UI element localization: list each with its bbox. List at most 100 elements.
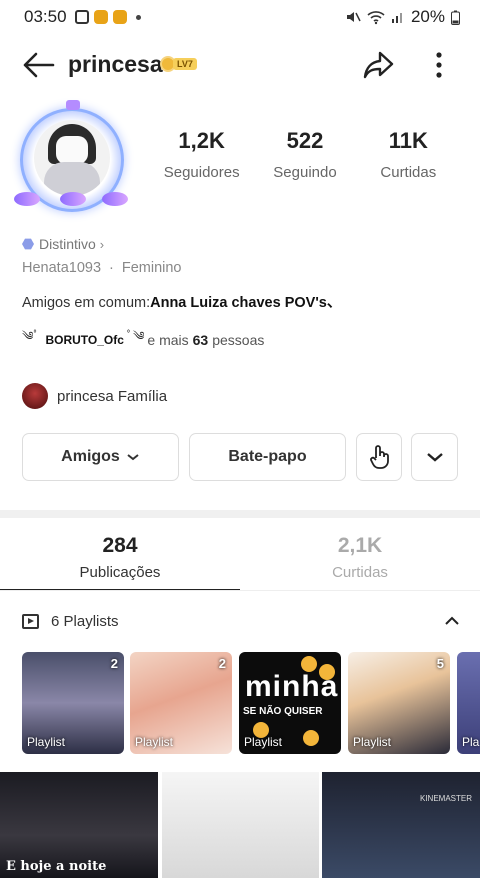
more-vertical-icon xyxy=(436,52,442,78)
playlists-header[interactable]: 6 Playlists xyxy=(22,608,462,634)
stat-following[interactable]: 522 Seguindo xyxy=(253,128,356,181)
app-notification-icon-2 xyxy=(112,10,127,24)
badge-hexagon-icon xyxy=(22,238,34,250)
decoration-right: ﾟ༄ xyxy=(126,329,145,343)
playlist-card-label: Playlist xyxy=(353,735,392,749)
app-notification-icon xyxy=(93,10,108,24)
chevron-right-icon: › xyxy=(99,236,105,252)
mutual-friends[interactable]: Amigos em comum:Anna Luiza chaves POV's、 xyxy=(22,291,341,312)
stat-followers[interactable]: 1,2K Seguidores xyxy=(150,128,253,181)
friends-button-label: Amigos xyxy=(61,448,120,465)
friends-button[interactable]: Amigos xyxy=(22,433,179,481)
chevron-down-icon xyxy=(127,454,139,461)
profile-header: princesa LV7 xyxy=(0,40,480,90)
avatar-crown-icon xyxy=(66,100,80,110)
avatar-image xyxy=(34,120,110,196)
profile-meta: Henata1093 · Feminino xyxy=(22,260,182,276)
stat-likes[interactable]: 11K Curtidas xyxy=(357,128,460,181)
battery-icon xyxy=(451,10,460,25)
playlist-card-label: Playlist xyxy=(135,735,174,749)
chat-button[interactable]: Bate-papo xyxy=(189,433,346,481)
more-count: 63 xyxy=(192,332,209,348)
post-thumbnail[interactable]: KINEMASTER xyxy=(322,772,480,878)
emoji-icon xyxy=(303,730,319,746)
family-link[interactable]: princesa Família xyxy=(22,383,167,409)
stat-label: Seguidores xyxy=(163,164,240,181)
share-icon xyxy=(363,51,394,79)
more-options-button[interactable] xyxy=(424,48,454,82)
profile-name: princesa xyxy=(68,51,163,77)
family-avatar xyxy=(22,383,48,409)
playlist-card[interactable]: 2 Playlist xyxy=(130,652,232,754)
playlist-card-count: 5 xyxy=(436,656,444,671)
playlist-card[interactable]: minha SE NÃO QUISER Playlist xyxy=(239,652,341,754)
tabs-divider xyxy=(0,590,480,591)
share-button[interactable] xyxy=(360,48,398,82)
mutual-prefix: Amigos em comum: xyxy=(22,295,151,311)
gallery-notification-icon xyxy=(74,10,89,24)
post-thumbnail[interactable] xyxy=(162,772,319,878)
playlist-card-overlay-subtext: SE NÃO QUISER xyxy=(243,706,323,717)
friend-name: BORUTO_Ofc xyxy=(45,333,124,347)
poke-button[interactable] xyxy=(356,433,402,481)
avatar-flower-center-icon xyxy=(60,192,86,206)
profile-avatar[interactable] xyxy=(12,100,132,220)
tab-posts-count: 284 xyxy=(102,534,138,557)
back-button[interactable] xyxy=(18,48,58,82)
playlists-title: 6 Playlists xyxy=(51,612,119,630)
mutual-names: Anna Luiza chaves POV's、 xyxy=(150,295,342,311)
stat-value: 11K xyxy=(388,128,428,153)
mutual-friends-more[interactable]: ༄ﾟ BORUTO_Ofc ﾟ༄ e mais 63 pessoas xyxy=(22,323,264,357)
meta-separator: · xyxy=(109,260,114,276)
more-suffix: pessoas xyxy=(212,332,265,348)
post-caption: E hoje a noite xyxy=(6,859,107,874)
chat-button-label: Bate-papo xyxy=(228,448,307,465)
playlist-card[interactable]: 5 Playlist xyxy=(348,652,450,754)
level-label: LV7 xyxy=(173,58,197,70)
username: Henata1093 xyxy=(22,260,102,276)
signal-icon xyxy=(391,13,402,23)
tab-posts-label: Publicações xyxy=(79,564,161,581)
playlist-card-count: 2 xyxy=(110,656,118,671)
playlist-carousel[interactable]: 2 Playlist 2 Playlist minha SE NÃO QUISE… xyxy=(22,652,480,754)
mute-icon xyxy=(346,12,361,22)
gender: Feminino xyxy=(121,260,182,276)
avatar-flower-right-icon xyxy=(102,192,128,206)
more-actions-dropdown[interactable] xyxy=(411,433,458,481)
posts-grid: E hoje a noite KINEMASTER xyxy=(0,772,480,878)
stat-label: Seguindo xyxy=(273,164,337,181)
content-tabs: 284 Publicações 2,1K Curtidas xyxy=(0,518,480,591)
stat-label: Curtidas xyxy=(380,164,437,181)
badge-label: Distintivo xyxy=(39,236,96,252)
playlist-card[interactable]: 2 Playlist xyxy=(22,652,124,754)
tab-posts[interactable]: 284 Publicações xyxy=(0,518,240,581)
stat-value: 1,2K xyxy=(178,128,225,153)
playlist-card-label: Pla xyxy=(462,735,480,749)
playlist-card-label: Playlist xyxy=(244,735,283,749)
tab-likes-count: 2,1K xyxy=(337,534,383,557)
tab-likes[interactable]: 2,1K Curtidas xyxy=(240,518,480,581)
post-watermark: KINEMASTER xyxy=(419,794,472,803)
section-divider xyxy=(0,510,480,518)
playlist-card[interactable]: Pla xyxy=(457,652,480,754)
stat-value: 522 xyxy=(286,128,324,153)
decoration-left: ༄ﾟ xyxy=(22,329,40,343)
badges-link[interactable]: Distintivo › xyxy=(22,236,104,252)
post-thumbnail[interactable]: E hoje a noite xyxy=(0,772,158,878)
chevron-up-icon[interactable] xyxy=(444,616,460,626)
battery-level: 20% xyxy=(410,7,445,26)
hand-point-icon xyxy=(370,445,389,469)
level-badge[interactable]: LV7 xyxy=(160,56,197,72)
playlist-card-label: Playlist xyxy=(27,735,66,749)
status-time: 03:50 xyxy=(24,7,67,26)
status-bar: 03:50 20% xyxy=(0,0,480,34)
playlist-card-count: 2 xyxy=(218,656,226,671)
profile-stats: 1,2K Seguidores 522 Seguindo 11K Curtida… xyxy=(150,128,460,181)
notification-dot-icon xyxy=(135,14,141,20)
playlist-card-overlay-text: minha xyxy=(245,670,339,703)
arrow-left-icon xyxy=(23,52,55,78)
playlist-icon xyxy=(22,613,39,629)
tab-likes-label: Curtidas xyxy=(332,564,388,581)
family-label: princesa Família xyxy=(57,387,168,405)
avatar-flower-left-icon xyxy=(14,192,40,206)
